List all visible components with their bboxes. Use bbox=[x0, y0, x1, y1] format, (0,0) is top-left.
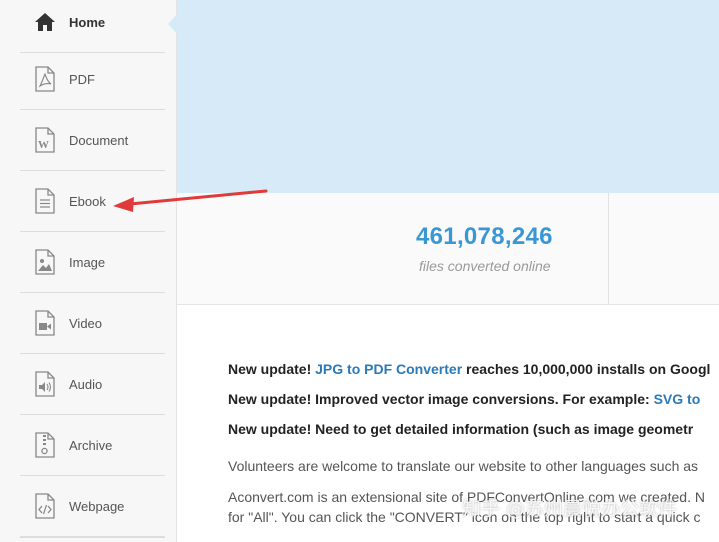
svg-to-link[interactable]: SVG to bbox=[654, 391, 701, 407]
audio-file-icon bbox=[33, 370, 57, 398]
sidebar-item-webpage[interactable]: Webpage bbox=[20, 476, 165, 537]
sidebar: Home PDF W Document Ebook Image Video Au… bbox=[0, 0, 178, 542]
stats-divider bbox=[608, 193, 609, 304]
sidebar-item-document[interactable]: W Document bbox=[20, 110, 165, 171]
sidebar-item-label: Audio bbox=[69, 376, 103, 392]
svg-text:W: W bbox=[38, 139, 49, 151]
sidebar-item-label: Webpage bbox=[69, 498, 125, 514]
sidebar-item-label: Image bbox=[69, 254, 106, 270]
archive-file-icon bbox=[33, 431, 57, 459]
sidebar-item-pdf[interactable]: PDF bbox=[20, 49, 165, 110]
sidebar-item-label: Home bbox=[69, 14, 106, 30]
stats-panel: 461,078,246 files converted online bbox=[177, 193, 719, 305]
update-notice-3: New update! Need to get detailed informa… bbox=[228, 421, 694, 437]
volunteers-paragraph: Volunteers are welcome to translate our … bbox=[228, 458, 699, 474]
jpg-to-pdf-link[interactable]: JPG to PDF Converter bbox=[315, 361, 462, 377]
pdf-file-icon bbox=[33, 65, 57, 93]
files-converted-count: 461,078,246 bbox=[416, 223, 553, 250]
sidebar-item-image[interactable]: Image bbox=[20, 232, 165, 293]
image-file-icon bbox=[33, 248, 57, 276]
webpage-file-icon bbox=[33, 492, 57, 520]
video-file-icon bbox=[33, 309, 57, 337]
divider bbox=[20, 537, 165, 538]
sidebar-item-label: Video bbox=[69, 315, 103, 331]
word-document-icon: W bbox=[33, 126, 57, 154]
watermark: 知乎 @苏州晨悦办公软件 bbox=[462, 498, 678, 520]
sidebar-item-ebook[interactable]: Ebook bbox=[20, 171, 165, 232]
update-notice-1: New update! JPG to PDF Converter reaches… bbox=[228, 361, 711, 377]
files-converted-caption: files converted online bbox=[419, 258, 551, 274]
header-banner bbox=[177, 0, 719, 193]
sidebar-item-label: Archive bbox=[69, 437, 113, 453]
sidebar-item-label: Document bbox=[69, 132, 129, 148]
sidebar-item-label: Ebook bbox=[69, 193, 106, 209]
ebook-file-icon bbox=[33, 187, 57, 215]
update-notice-2: New update! Improved vector image conver… bbox=[228, 391, 701, 407]
sidebar-item-label: PDF bbox=[69, 71, 95, 87]
home-icon bbox=[33, 8, 57, 36]
sidebar-item-audio[interactable]: Audio bbox=[20, 354, 165, 415]
sidebar-item-home[interactable]: Home bbox=[20, 0, 165, 53]
sidebar-item-video[interactable]: Video bbox=[20, 293, 165, 354]
sidebar-item-archive[interactable]: Archive bbox=[20, 415, 165, 476]
